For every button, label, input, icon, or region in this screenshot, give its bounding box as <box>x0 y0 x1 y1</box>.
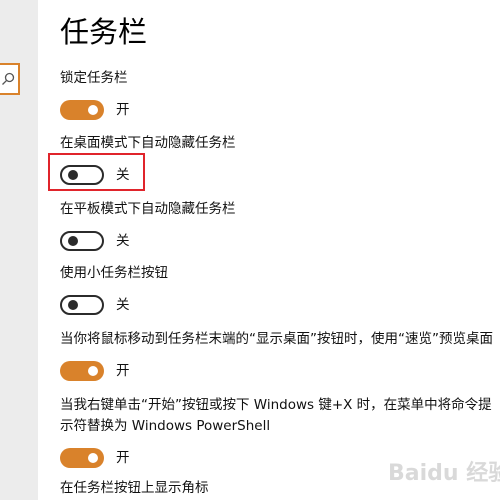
toggle-knob <box>88 105 98 115</box>
setting-peek-desktop: 当你将鼠标移动到任务栏末端的“显示桌面”按钮时，使用“速览”预览桌面 开 <box>60 329 500 383</box>
toggle-state-label: 关 <box>116 297 130 313</box>
toggle-state-label: 开 <box>116 450 130 466</box>
setting-label-line2: 示符替换为 Windows PowerShell <box>60 418 271 434</box>
toggle-row: 关 <box>60 293 500 317</box>
toggle-row: 开 <box>60 359 500 383</box>
setting-lock-taskbar: 锁定任务栏 开 <box>60 68 500 122</box>
navigation-strip <box>0 0 38 500</box>
peek-desktop-toggle[interactable] <box>60 361 104 381</box>
setting-label: 在平板模式下自动隐藏任务栏 <box>60 201 236 217</box>
toggle-row: 开 <box>60 98 500 122</box>
svg-text:Baidu 经验: Baidu 经验 <box>388 460 500 486</box>
baidu-watermark: Baidu 经验 <box>388 460 500 486</box>
small-buttons-toggle[interactable] <box>60 295 104 315</box>
toggle-row: 关 <box>60 229 500 253</box>
taskbar-settings-page: 任务栏 锁定任务栏 开 在桌面模式下自动隐藏任务栏 关 在平板模式下自动隐藏任务… <box>0 0 500 500</box>
powershell-toggle[interactable] <box>60 448 104 468</box>
toggle-knob <box>68 236 78 246</box>
search-box[interactable] <box>0 63 20 95</box>
toggle-knob <box>88 453 98 463</box>
setting-label: 当你将鼠标移动到任务栏末端的“显示桌面”按钮时，使用“速览”预览桌面 <box>60 331 493 347</box>
setting-autohide-tablet: 在平板模式下自动隐藏任务栏 关 <box>60 199 500 253</box>
setting-label: 在桌面模式下自动隐藏任务栏 <box>60 135 236 151</box>
toggle-state-label: 开 <box>116 363 130 379</box>
setting-small-buttons: 使用小任务栏按钮 关 <box>60 263 500 317</box>
lock-taskbar-toggle[interactable] <box>60 100 104 120</box>
setting-label-line1: 当我右键单击“开始”按钮或按下 Windows 键+X 时，在菜单中将命令提 <box>60 397 492 413</box>
toggle-state-label: 关 <box>116 233 130 249</box>
setting-label: 使用小任务栏按钮 <box>60 265 168 281</box>
autohide-tablet-toggle[interactable] <box>60 231 104 251</box>
search-icon <box>2 72 15 85</box>
highlight-box <box>48 153 145 191</box>
page-title: 任务栏 <box>60 15 148 49</box>
setting-label: 锁定任务栏 <box>60 70 128 86</box>
toggle-state-label: 开 <box>116 102 130 118</box>
toggle-knob <box>68 300 78 310</box>
toggle-knob <box>88 366 98 376</box>
